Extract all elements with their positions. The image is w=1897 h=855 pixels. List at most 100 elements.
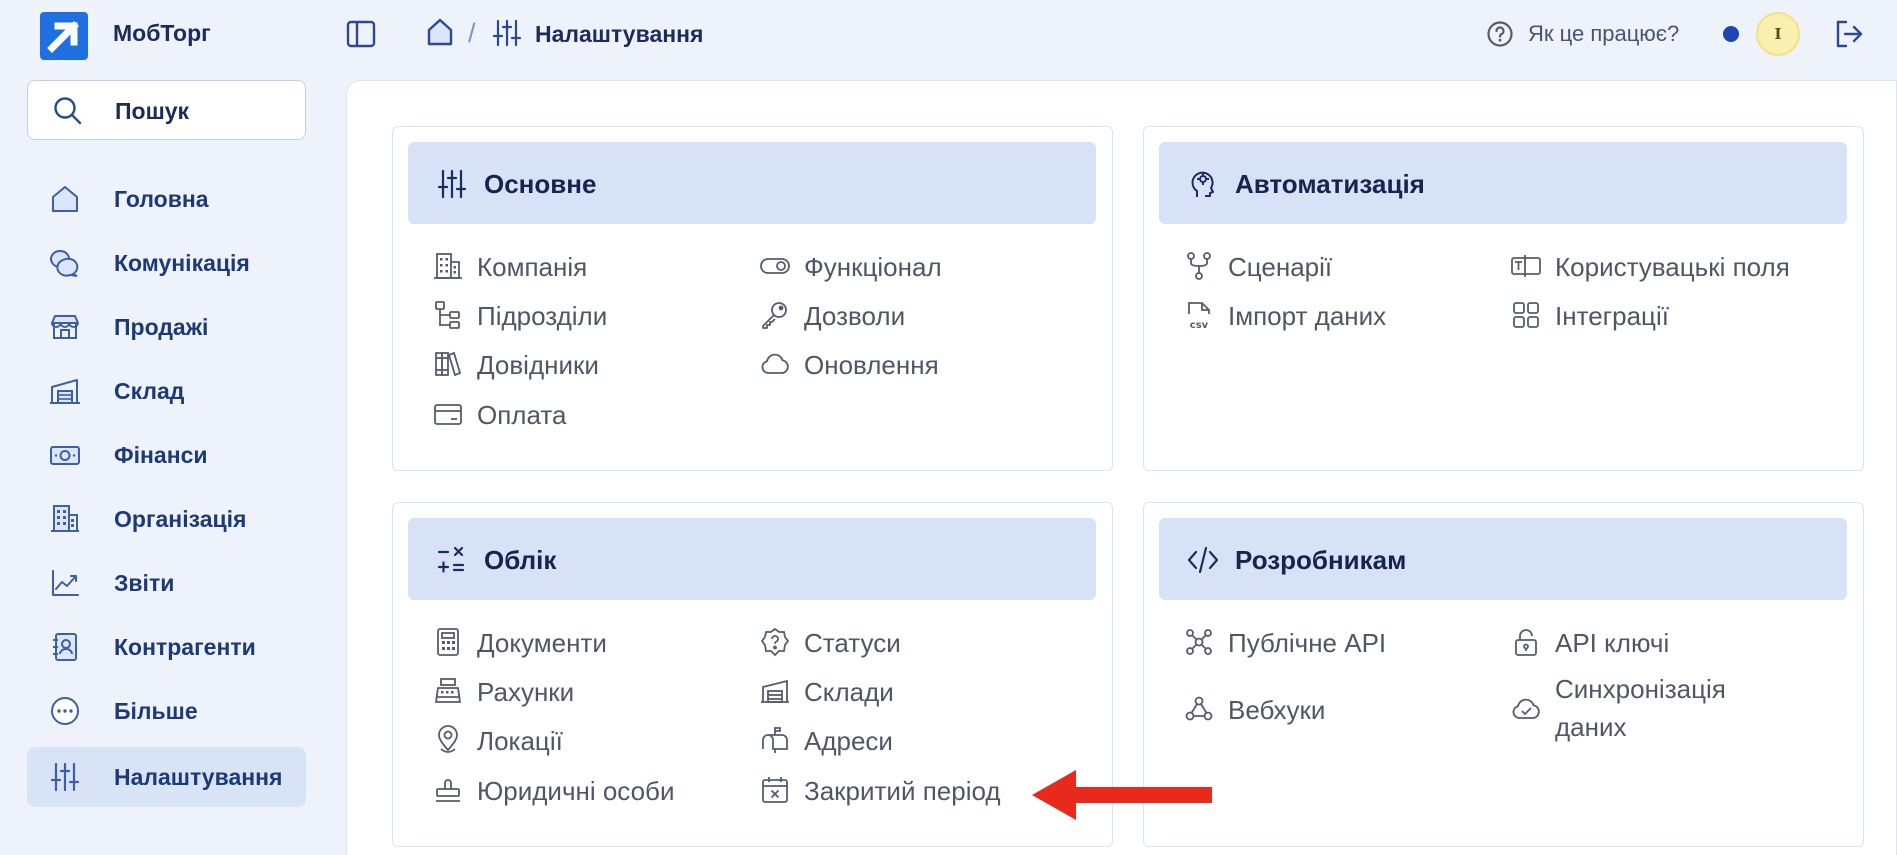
search-icon	[52, 95, 84, 127]
search-label: Пошук	[115, 98, 190, 124]
app-logo[interactable]	[40, 12, 88, 60]
breadcrumb-current: Налаштування	[535, 21, 704, 47]
sidebar-item-communication[interactable]: Комунікація	[27, 233, 306, 293]
card-accounting: Облік Документи Рахунки Локації Юридичні…	[392, 502, 1113, 847]
brand-name: МобТорг	[113, 20, 211, 46]
card-title: Основне	[484, 169, 597, 199]
card-title: Розробникам	[1235, 545, 1407, 575]
chat-icon	[49, 247, 81, 279]
link-label: Синхронізація даних	[1555, 674, 1726, 742]
sidebar-item-label: Комунікація	[114, 250, 250, 276]
link-label: Дозволи	[804, 301, 906, 331]
sliders-icon	[436, 168, 468, 200]
annotation-arrow-icon	[1030, 768, 1214, 822]
network-icon	[1184, 627, 1214, 657]
contacts-icon	[49, 631, 81, 663]
text-field-icon	[1511, 251, 1541, 281]
sidebar-item-home[interactable]: Головна	[27, 169, 306, 229]
sidebar-toggle-icon[interactable]	[346, 20, 376, 48]
calculator-signs-icon	[436, 544, 468, 576]
link-label: API ключі	[1555, 628, 1670, 658]
warehouse-icon	[760, 676, 790, 706]
link-label: Підрозділи	[477, 301, 608, 331]
code-icon	[1187, 544, 1219, 576]
more-icon	[49, 695, 81, 727]
card-basic: Основне Компанія Підрозділи Довідники Оп…	[392, 126, 1113, 471]
link-label: Оновлення	[804, 350, 939, 380]
help-link[interactable]: Як це працює?	[1486, 18, 1679, 50]
sliders-icon	[49, 761, 81, 793]
sidebar-item-reports[interactable]: Звіти	[27, 553, 306, 613]
top-bar: МобТорг / Налаштування Як це працює? I	[0, 0, 1897, 68]
link-label: Рахунки	[477, 677, 575, 707]
link-label: Документи	[477, 628, 607, 658]
csv-file-icon: csv	[1184, 300, 1214, 330]
sidebar-item-label: Контрагенти	[114, 634, 256, 660]
books-icon	[433, 349, 463, 379]
link-label: Юридичні особи	[477, 776, 675, 806]
sidebar-item-label: Головна	[114, 186, 209, 212]
link-label: Сценарії	[1228, 252, 1333, 282]
main-content: Основне Компанія Підрозділи Довідники Оп…	[346, 80, 1897, 855]
card-header: Автоматизація	[1159, 142, 1847, 224]
help-circle-icon	[1486, 20, 1514, 48]
hierarchy-icon	[433, 300, 463, 330]
credit-card-icon	[433, 399, 463, 429]
warehouse-icon	[49, 375, 81, 407]
breadcrumb-separator: /	[468, 18, 476, 48]
card-automation: Автоматизація Сценарії csv Імпорт даних …	[1143, 126, 1864, 471]
head-gear-icon	[1187, 168, 1219, 200]
chart-icon	[49, 567, 81, 599]
sidebar-item-label: Фінанси	[114, 442, 208, 468]
badge-question-icon	[760, 627, 790, 657]
home-icon	[49, 183, 81, 215]
stamp-icon	[433, 775, 463, 805]
sidebar-item-label: Продажі	[114, 314, 209, 340]
building-icon	[49, 503, 81, 535]
card-header: Основне	[408, 142, 1096, 224]
avatar[interactable]: I	[1756, 12, 1800, 56]
calendar-x-icon	[760, 775, 790, 805]
mailbox-icon	[760, 725, 790, 755]
sidebar-item-settings[interactable]: Налаштування	[27, 747, 306, 807]
webhook-icon	[1184, 694, 1214, 724]
location-pin-icon	[433, 725, 463, 755]
link-label: Імпорт даних	[1228, 301, 1387, 331]
sidebar-item-contractors[interactable]: Контрагенти	[27, 617, 306, 677]
toggle-icon	[760, 251, 790, 281]
sidebar-item-label: Звіти	[114, 570, 175, 596]
link-label: Публічне API	[1228, 628, 1387, 658]
card-title: Автоматизація	[1235, 169, 1425, 199]
link-label: Компанія	[477, 252, 588, 282]
sidebar-item-label: Склад	[114, 378, 185, 404]
link-label: Локації	[477, 726, 563, 756]
key-icon	[760, 300, 790, 330]
sidebar-item-label: Налаштування	[114, 764, 283, 790]
card-developers: Розробникам Публічне API Вебхуки API клю…	[1143, 502, 1864, 847]
building-icon	[433, 251, 463, 281]
link-label: Функціонал	[804, 252, 942, 282]
lock-icon	[1511, 627, 1541, 657]
sidebar-item-warehouse[interactable]: Склад	[27, 361, 306, 421]
link-label: Оплата	[477, 400, 567, 430]
sidebar-item-label: Більше	[114, 698, 198, 724]
sidebar-item-organization[interactable]: Організація	[27, 489, 306, 549]
sidebar-item-sales[interactable]: Продажі	[27, 297, 306, 357]
money-icon	[49, 439, 81, 471]
sidebar-item-more[interactable]: Більше	[27, 681, 306, 741]
link-label: Статуси	[804, 628, 901, 658]
breadcrumb-home-icon[interactable]	[425, 17, 455, 47]
help-label: Як це працює?	[1528, 21, 1680, 46]
card-header: Облік	[408, 518, 1096, 600]
search-button[interactable]: Пошук	[27, 80, 306, 140]
grid-icon	[1511, 300, 1541, 330]
card-header: Розробникам	[1159, 518, 1847, 600]
card-title: Облік	[484, 545, 557, 575]
logout-icon[interactable]	[1833, 18, 1865, 50]
cloud-check-icon	[1511, 694, 1541, 724]
svg-text:csv: csv	[1190, 320, 1209, 330]
link-label: Склади	[804, 677, 894, 707]
cloud-icon	[760, 349, 790, 379]
sidebar-item-finance[interactable]: Фінанси	[27, 425, 306, 485]
cash-register-icon	[433, 676, 463, 706]
